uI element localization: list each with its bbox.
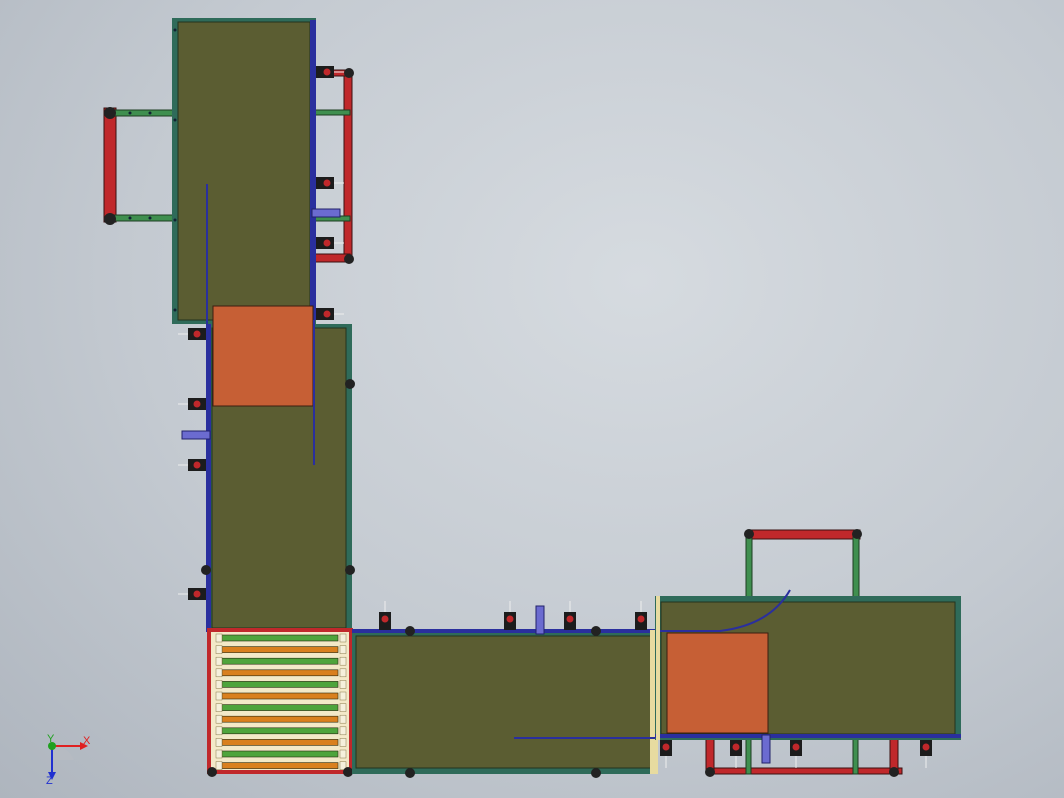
roller-end-cap	[339, 645, 347, 654]
roller-end-cap	[215, 714, 223, 724]
roller-end-cap	[339, 714, 347, 724]
roller	[221, 762, 339, 769]
sensor-icon	[316, 308, 344, 320]
roller-end-cap	[215, 645, 223, 654]
transfer-pad	[666, 632, 769, 734]
upper-deck	[177, 21, 311, 321]
sensor-icon	[635, 601, 647, 630]
roller	[221, 739, 339, 746]
sensor-icon	[790, 740, 802, 768]
roller	[221, 715, 339, 723]
right-outrigger-frame	[313, 68, 354, 264]
sensor-icon	[504, 601, 516, 630]
roller	[221, 657, 339, 665]
x-axis-label: X	[83, 735, 91, 747]
z-axis-label: Z	[46, 775, 53, 787]
top-outrigger-frame	[744, 529, 862, 599]
roller	[221, 704, 339, 711]
roller	[221, 634, 339, 642]
y-axis-label: Y	[47, 733, 55, 745]
transfer-pad	[212, 305, 314, 407]
roller-end-cap	[339, 703, 347, 712]
corner-roller-table[interactable]	[207, 628, 353, 777]
roller	[221, 669, 339, 677]
stopper-block	[761, 734, 771, 764]
roller-end-cap	[339, 680, 347, 689]
roller-end-cap	[215, 656, 223, 666]
sensor-icon	[316, 237, 344, 249]
horizontal-conveyor[interactable]	[352, 601, 660, 778]
sensor-icon	[660, 740, 672, 768]
roller-end-cap	[215, 761, 223, 770]
roller	[221, 692, 339, 700]
sensor-icon	[178, 398, 206, 410]
sensor-icon	[730, 740, 742, 768]
cad-assembly-view[interactable]: X Y Z	[0, 0, 1064, 798]
upper-vertical-conveyor[interactable]	[103, 18, 354, 324]
stopper-block	[311, 208, 341, 218]
roller	[221, 646, 339, 653]
roller	[221, 681, 339, 688]
sensor-icon	[379, 601, 391, 630]
roller	[221, 727, 339, 735]
sensor-icon	[564, 601, 576, 630]
roller-end-cap	[215, 691, 223, 701]
roller-end-cap	[215, 703, 223, 712]
roller-end-cap	[339, 656, 347, 666]
sensor-icon	[920, 740, 932, 768]
stopper-block	[181, 430, 211, 440]
roller-end-cap	[215, 726, 223, 736]
roller-end-cap	[339, 668, 347, 678]
horizontal-deck	[355, 635, 653, 769]
roller-end-cap	[215, 680, 223, 689]
sensor-icon	[178, 328, 206, 340]
left-outrigger-frame	[103, 107, 175, 225]
roller-end-cap	[339, 633, 347, 643]
coordinate-triad[interactable]: X Y Z	[46, 733, 91, 787]
roller-end-cap	[339, 749, 347, 759]
roller	[221, 750, 339, 758]
roller-end-cap	[215, 668, 223, 678]
roller-end-cap	[339, 738, 347, 747]
sensor-icon	[178, 588, 206, 600]
sensor-icon	[178, 459, 206, 471]
stopper-block	[535, 605, 545, 635]
roller-end-cap	[215, 738, 223, 747]
sensor-icon	[316, 177, 344, 189]
right-transfer-conveyor[interactable]	[655, 529, 961, 777]
graphics-viewport[interactable]: X Y Z	[0, 0, 1064, 798]
roller-end-cap	[339, 691, 347, 701]
roller-end-cap	[215, 749, 223, 759]
roller-end-cap	[215, 633, 223, 643]
roller-end-cap	[339, 726, 347, 736]
